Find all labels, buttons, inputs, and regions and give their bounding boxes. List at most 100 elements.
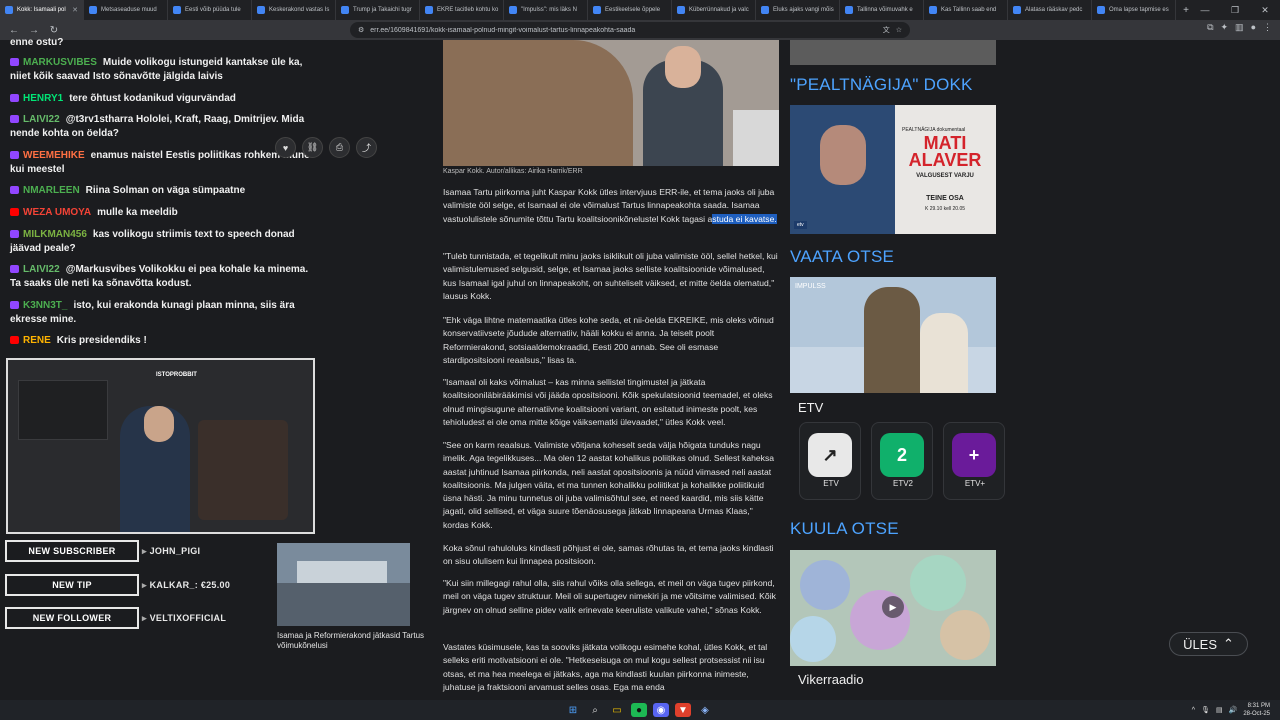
etv-logo: etv xyxy=(794,221,807,229)
share-toolbar: ♥ ⛓ ⎙ ⤴ xyxy=(275,137,377,158)
chat-message: LAIVI22 @Markusvibes Volikokku ei pea koh… xyxy=(10,263,310,291)
share-icon[interactable]: ⤴ xyxy=(356,137,377,158)
tab-label: Metsaseaduse muud xyxy=(101,7,157,13)
browser-tab[interactable]: Eestikeelsele õppele xyxy=(588,0,672,20)
forward-icon[interactable]: → xyxy=(28,25,40,36)
related-article-caption[interactable]: Isamaa ja Reformierakond jätkasid Tartus… xyxy=(277,631,427,651)
back-to-top-button[interactable]: ÜLES ⌃ xyxy=(1169,632,1248,656)
file-explorer-icon[interactable]: ▭ xyxy=(609,703,625,717)
hero-laptop xyxy=(733,110,779,166)
profile-icon[interactable]: ● xyxy=(1251,22,1256,33)
tab-favicon-icon xyxy=(173,6,181,14)
twitch-icon xyxy=(10,301,19,310)
translate-icon[interactable]: 文 xyxy=(883,25,890,35)
back-to-top-label: ÜLES xyxy=(1183,636,1218,652)
chat-message: MILKMAN456 kas volikogu striimis text to … xyxy=(10,228,310,256)
minimize-icon[interactable]: — xyxy=(1190,0,1220,20)
live-stream-image[interactable]: IMPULSS xyxy=(790,277,996,393)
browser-tab[interactable]: Kokk: Isamaali pol ✕ xyxy=(0,0,84,20)
address-bar[interactable]: ⚙ err.ee/1609841691/kokk-isamaal-polnud-… xyxy=(350,22,910,38)
steam-icon[interactable]: ◈ xyxy=(697,703,713,717)
chat-text: tere õhtust kodanikud vigurvändad xyxy=(69,93,236,104)
related-article-thumbnail[interactable] xyxy=(277,543,410,626)
network-icon[interactable]: ▤ xyxy=(1216,706,1223,714)
tab-favicon-icon xyxy=(593,6,601,14)
browser-tab[interactable]: Alatasa rääskav pedc xyxy=(1008,0,1092,20)
puzzle-icon[interactable]: ✦ xyxy=(1221,22,1229,33)
url-text[interactable]: err.ee/1609841691/kokk-isamaal-polnud-mi… xyxy=(370,27,876,34)
tab-favicon-icon xyxy=(677,6,685,14)
article-paragraph: "Tuleb tunnistada, et tegelikult minu ja… xyxy=(443,251,778,301)
browser-tab[interactable]: Tallinna võimuvahk e xyxy=(840,0,924,20)
kuula-otse-title[interactable]: KUULA OTSE xyxy=(790,519,899,539)
heart-icon[interactable]: ♥ xyxy=(275,137,296,158)
sidebar-icon[interactable]: ▥ xyxy=(1235,22,1244,33)
back-icon[interactable]: ← xyxy=(8,25,20,36)
tab-favicon-icon xyxy=(845,6,853,14)
menu-icon[interactable]: ⋮ xyxy=(1263,22,1272,33)
windows-start-icon[interactable]: ⊞ xyxy=(565,703,581,717)
radio-channel-label[interactable]: Vikerraadio xyxy=(798,672,864,687)
discord-icon[interactable]: ◉ xyxy=(653,703,669,717)
browser-tab[interactable]: Eluks ajaks vangi mõis xyxy=(756,0,840,20)
extension-icon[interactable]: ⧉ xyxy=(1207,22,1213,33)
channel-name: ETV xyxy=(823,479,839,488)
article-paragraph: "See on karm reaalsus. Valimiste võitjan… xyxy=(443,440,775,530)
browser-tab[interactable]: "Impulss": mis läks N xyxy=(504,0,588,20)
article-paragraph: "Kui siin millegagi rahul olla, siis rah… xyxy=(443,578,776,615)
radio-image[interactable]: ▶ xyxy=(790,550,996,666)
twitch-icon xyxy=(10,94,19,103)
browser-tab[interactable]: Keskerakond vastas Is xyxy=(252,0,336,20)
browser-tab[interactable]: Oma lapse tapmise es xyxy=(1092,0,1176,20)
channel-card[interactable]: + ETV+ xyxy=(943,422,1005,500)
live-person-1 xyxy=(864,287,920,393)
play-icon[interactable]: ▶ xyxy=(882,596,904,618)
tab-label: "Impulss": mis läks N xyxy=(521,7,577,13)
dokk-promo-image[interactable]: PEALTNÄGIJA dokumentaal MATI ALAVER VALG… xyxy=(790,105,996,234)
volume-icon[interactable]: 🔊 xyxy=(1229,706,1238,714)
browser-tab[interactable]: Trump ja Takaichi tugr xyxy=(336,0,420,20)
browser-tab-bar: Kokk: Isamaali pol ✕ Metsaseaduse muud Eest… xyxy=(0,0,1280,20)
article-paragraph: "Ehk väga lihtne matemaatika ütles kohe … xyxy=(443,315,774,365)
clock[interactable]: 8:31 PM 28-Oct-25 xyxy=(1243,702,1270,718)
print-icon[interactable]: ⎙ xyxy=(329,137,350,158)
browser-tab[interactable]: Küberrünnakud ja valc xyxy=(672,0,756,20)
chat-username: NMARLEEN xyxy=(23,185,80,196)
alert-label: NEW SUBSCRIBER xyxy=(5,540,139,562)
vaata-otse-title[interactable]: VAATA OTSE xyxy=(790,247,894,267)
link-icon[interactable]: ⛓ xyxy=(302,137,323,158)
maximize-icon[interactable]: ❐ xyxy=(1220,0,1250,20)
reload-icon[interactable]: ↻ xyxy=(48,25,60,36)
channel-name: ETV2 xyxy=(892,479,913,488)
chevron-up-icon: ⌃ xyxy=(1223,636,1234,651)
chat-text: mulle ka meeldib xyxy=(97,207,178,218)
twitch-icon xyxy=(10,186,19,195)
chat-username: K3NN3T_ xyxy=(23,300,68,311)
browser-tab[interactable]: Kas Tallinn saab end xyxy=(924,0,1008,20)
extensions-area: ⧉ ✦ ▥ ● ⋮ xyxy=(1207,22,1272,33)
tab-close-icon[interactable]: ✕ xyxy=(72,6,78,14)
channel-card[interactable]: ↗ ETV xyxy=(799,422,861,500)
window-controls: — ❐ ✕ xyxy=(1190,0,1280,20)
bookmark-star-icon[interactable]: ☆ xyxy=(896,26,902,34)
browser-tab[interactable]: Eesti võib püüda tule xyxy=(168,0,252,20)
spotify-icon[interactable]: ● xyxy=(631,703,647,717)
brave-icon[interactable]: ▼ xyxy=(675,703,691,717)
tab-label: EKRE tacitleb kohtu ko xyxy=(437,7,499,13)
chat-text: Riina Solman on väga sümpaatne xyxy=(85,185,246,196)
chat-username: MILKMAN456 xyxy=(23,229,87,240)
site-info-icon[interactable]: ⚙ xyxy=(358,26,364,34)
browser-tab[interactable]: EKRE tacitleb kohtu ko xyxy=(420,0,504,20)
streamer-head xyxy=(144,406,174,442)
chat-username: WEEMEHIKE xyxy=(23,150,85,161)
microphone-icon[interactable]: 🎙 xyxy=(1201,706,1210,714)
tab-favicon-icon xyxy=(509,6,517,14)
close-icon[interactable]: ✕ xyxy=(1250,0,1280,20)
chevron-up-icon[interactable]: ^ xyxy=(1192,707,1195,714)
alert-label: NEW FOLLOWER xyxy=(5,607,139,629)
channel-card[interactable]: 2 ETV2 xyxy=(871,422,933,500)
search-icon[interactable]: ⌕ xyxy=(587,703,603,717)
browser-tab[interactable]: Metsaseaduse muud xyxy=(84,0,168,20)
dokk-section-title[interactable]: "PEALTNÄGIJA" DOKK xyxy=(790,75,973,95)
tab-label: Keskerakond vastas Is xyxy=(269,7,330,13)
